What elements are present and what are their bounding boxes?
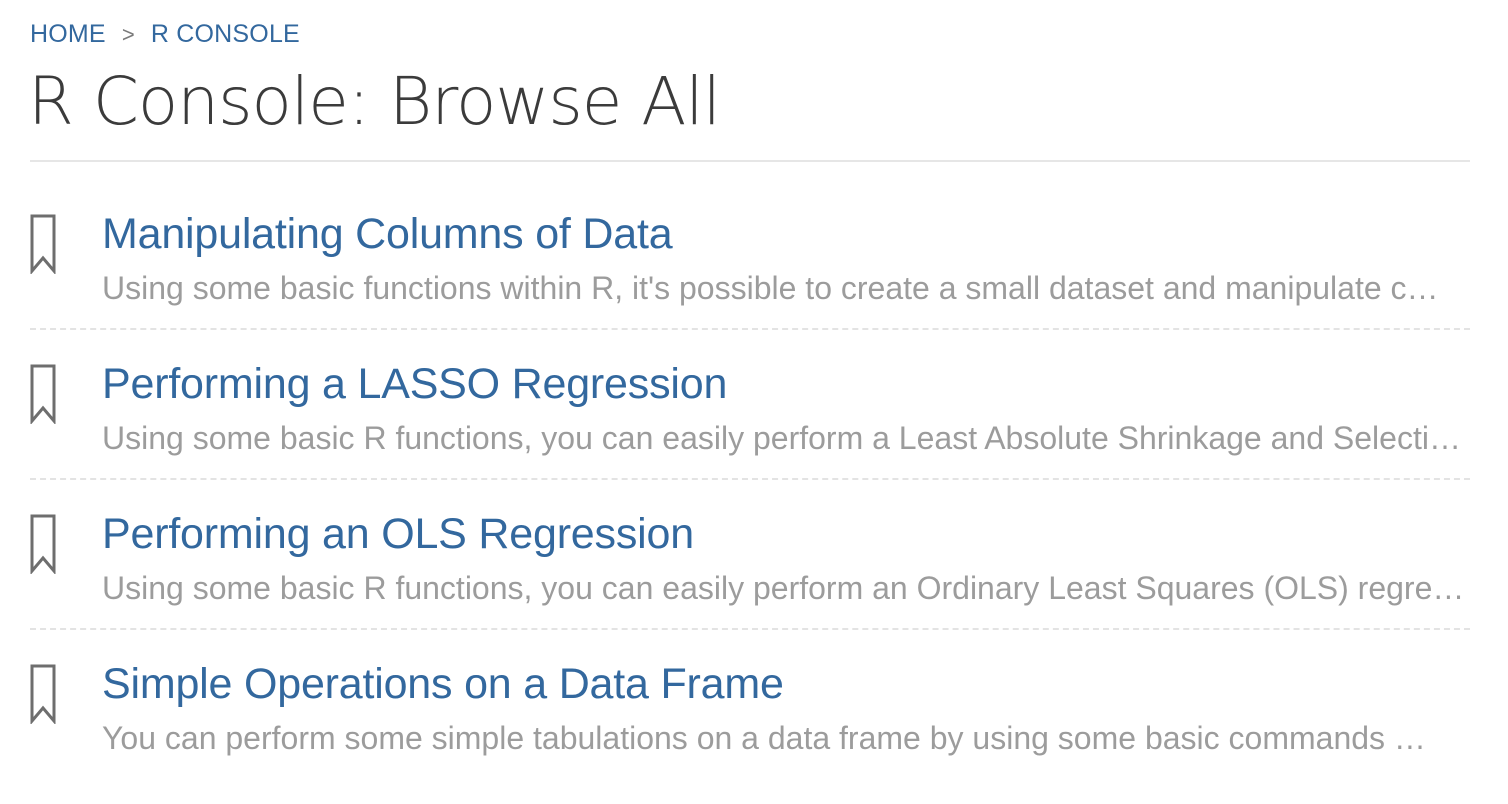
entry-description: You can perform some simple tabulations … — [102, 720, 1426, 756]
bookmark-icon[interactable] — [30, 514, 56, 574]
bookmark-icon[interactable] — [30, 664, 56, 724]
list-item: Manipulating Columns of Data Using some … — [30, 180, 1470, 330]
entry-title-link[interactable]: Manipulating Columns of Data — [102, 208, 673, 260]
breadcrumb-separator: > — [121, 21, 135, 47]
entry-description: Using some basic R functions, you can ea… — [102, 420, 1461, 456]
entry-title-link[interactable]: Simple Operations on a Data Frame — [102, 658, 784, 710]
bookmark-icon[interactable] — [30, 364, 56, 424]
list-item: Simple Operations on a Data Frame You ca… — [30, 630, 1470, 780]
title-divider — [30, 160, 1470, 162]
entry-title-link[interactable]: Performing a LASSO Regression — [102, 358, 727, 410]
list-item: Performing a LASSO Regression Using some… — [30, 330, 1470, 480]
page-title: R Console: Browse All — [28, 63, 721, 140]
entry-description: Using some basic functions within R, it'… — [102, 270, 1439, 306]
breadcrumb-home-link[interactable]: HOME — [30, 20, 106, 49]
entry-list: Manipulating Columns of Data Using some … — [30, 180, 1470, 780]
bookmark-icon[interactable] — [30, 214, 56, 274]
entry-description: Using some basic R functions, you can ea… — [102, 570, 1468, 606]
page: HOME > R CONSOLE R Console: Browse All M… — [0, 0, 1508, 804]
breadcrumb-current-link[interactable]: R CONSOLE — [151, 20, 300, 49]
breadcrumb: HOME > R CONSOLE — [30, 20, 300, 49]
list-item: Performing an OLS Regression Using some … — [30, 480, 1470, 630]
entry-title-link[interactable]: Performing an OLS Regression — [102, 508, 694, 560]
